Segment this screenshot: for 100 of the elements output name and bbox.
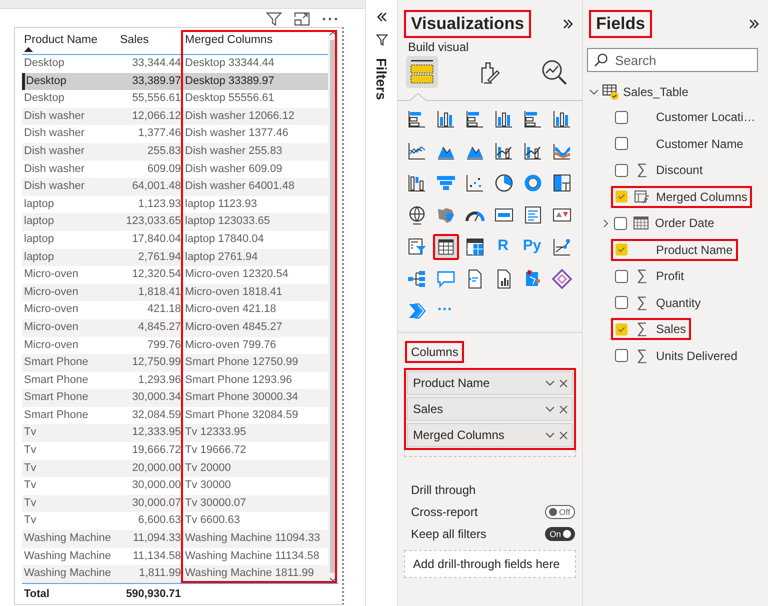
table-cell: Dish washer	[22, 178, 118, 196]
field-item[interactable]: Customer Locati…	[611, 106, 760, 128]
table-cell: Micro-oven 4845.27	[183, 318, 328, 336]
total-cell: 590,930.71	[118, 582, 183, 604]
pane-title: Fields	[589, 10, 652, 38]
more-options-icon[interactable]	[322, 17, 338, 21]
chevron-down-icon[interactable]	[545, 431, 555, 439]
field-pill[interactable]: Product Name	[407, 371, 573, 395]
toggle-label: Keep all filters	[411, 527, 486, 541]
field-item[interactable]: Product Name	[611, 238, 738, 260]
column-header[interactable]: Sales	[120, 34, 149, 46]
scroll-down-icon[interactable]	[329, 576, 337, 583]
expand-icon[interactable]	[562, 19, 574, 29]
table-cell-text: Micro-oven 421.18	[184, 302, 278, 318]
table-cell: 255.83	[118, 142, 183, 161]
expand-icon[interactable]	[748, 19, 760, 29]
checkbox[interactable]	[614, 216, 627, 230]
table-cell: 20,000.00	[118, 460, 183, 478]
table-cell-text: Desktop 33344.44	[184, 56, 276, 71]
table-cell: Desktop	[22, 72, 118, 90]
scroll-up-icon[interactable]	[329, 30, 337, 36]
checkbox[interactable]	[615, 243, 628, 256]
field-item[interactable]: ∑ Quantity	[611, 292, 706, 314]
table-cell: 11,094.33	[118, 530, 183, 548]
table-cell: Tv 20000	[183, 460, 328, 478]
table-cell-text: 799.76	[146, 338, 182, 352]
close-icon[interactable]	[559, 404, 568, 414]
field-item[interactable]: ∑ Discount	[611, 159, 708, 181]
table-cell: 4,845.27	[118, 318, 183, 336]
table-cell-text: Tv	[23, 513, 38, 528]
column-header[interactable]: Merged Columns	[185, 34, 325, 46]
checkbox[interactable]	[615, 110, 628, 124]
table-cell-text: Smart Phone	[23, 408, 90, 423]
checkbox[interactable]	[615, 164, 628, 176]
column-header[interactable]: Product Name	[24, 34, 115, 46]
table-cell-text: Washing Machine	[23, 548, 112, 564]
table-cell: Tv 30000.07	[183, 494, 328, 512]
close-icon[interactable]	[559, 378, 568, 388]
field-item[interactable]: ∑ Sales	[611, 318, 692, 340]
table-cell-text: 12,320.54	[131, 267, 182, 282]
table-icon[interactable]	[433, 234, 459, 260]
table-cell-text: 421.18	[146, 302, 182, 318]
table-cell-text: laptop 1123.93	[184, 196, 258, 212]
toggle-switch[interactable]: Off	[545, 505, 575, 519]
filter-icon[interactable]	[266, 12, 282, 26]
sort-ascending-icon[interactable]	[24, 47, 33, 52]
fields-icon[interactable]	[406, 56, 438, 88]
field-pill[interactable]: Sales	[407, 397, 573, 421]
table-cell-text: laptop 17840.04	[184, 232, 265, 247]
table-cell: 123,033.65	[118, 213, 183, 231]
checkbox[interactable]	[615, 270, 628, 282]
table-cell-text: 6,600.63	[137, 513, 182, 528]
table-cell: 2,761.94	[118, 248, 183, 266]
table-cell: 30,000.07	[118, 494, 183, 512]
calendar-icon	[633, 216, 649, 230]
table-cell: Dish washer 12066.12	[183, 108, 328, 126]
pill-label: Product Name	[413, 376, 491, 390]
table-cell-text: Desktop	[23, 91, 66, 106]
table-cell: Smart Phone 30000.34	[183, 389, 328, 407]
chevron-down-icon[interactable]	[545, 379, 555, 387]
table-cell: 12,066.12	[118, 108, 183, 126]
table-cell: Dish washer 255.83	[183, 142, 328, 161]
table-cell: Washing Machine	[22, 565, 118, 583]
search-field[interactable]: Search	[587, 48, 758, 72]
collapse-icon[interactable]	[376, 12, 388, 22]
field-item[interactable]: ∑ Units Delivered	[611, 344, 742, 366]
chevron-down-icon[interactable]	[545, 405, 555, 413]
table-cell: Tv	[22, 424, 118, 442]
field-item[interactable]: ∑ Profit	[611, 265, 690, 287]
table-cell: Desktop 33389.97	[183, 72, 328, 90]
diamond-icon[interactable]	[549, 266, 575, 292]
table-cell: Dish washer	[22, 108, 118, 126]
table-cell-text: Micro-oven	[23, 302, 80, 318]
toggle-switch[interactable]: On	[545, 527, 575, 541]
field-name: Merged Columns	[656, 190, 748, 204]
table-cell-text: Dish washer 609.09	[184, 162, 284, 177]
drop-zone[interactable]: Add drill-through fields here	[404, 550, 576, 578]
checkbox[interactable]	[615, 322, 628, 336]
checkbox[interactable]	[615, 349, 628, 362]
table-cell-text: 609.09	[146, 162, 182, 177]
close-icon[interactable]	[559, 430, 568, 440]
checkbox[interactable]	[615, 190, 628, 203]
field-item[interactable]: Customer Name	[611, 132, 748, 154]
field-name: Quantity	[656, 296, 701, 310]
table-cell-text: 19,666.72	[131, 443, 182, 458]
checkbox[interactable]	[615, 137, 628, 150]
field-pill[interactable]: Merged Columns	[407, 423, 573, 447]
table-cell-text: 55,556.61	[131, 91, 182, 106]
checkbox[interactable]	[615, 296, 628, 309]
chevron-down-icon[interactable]	[589, 87, 599, 97]
table-name[interactable]: Sales_Table	[623, 85, 688, 99]
field-item[interactable]: Merged Columns	[611, 186, 752, 208]
table-cell: Smart Phone 12750.99	[183, 354, 328, 372]
field-item[interactable]: Order Date	[611, 212, 720, 234]
table-cell: Tv 12333.95	[183, 424, 328, 442]
table-cell: Washing Machine	[22, 530, 118, 548]
pane-title[interactable]: Filters	[374, 58, 390, 100]
focus-mode-icon[interactable]	[294, 12, 310, 26]
chevron-right-icon[interactable]	[601, 218, 610, 228]
table-cell-text: Micro-oven 799.76	[184, 338, 278, 352]
